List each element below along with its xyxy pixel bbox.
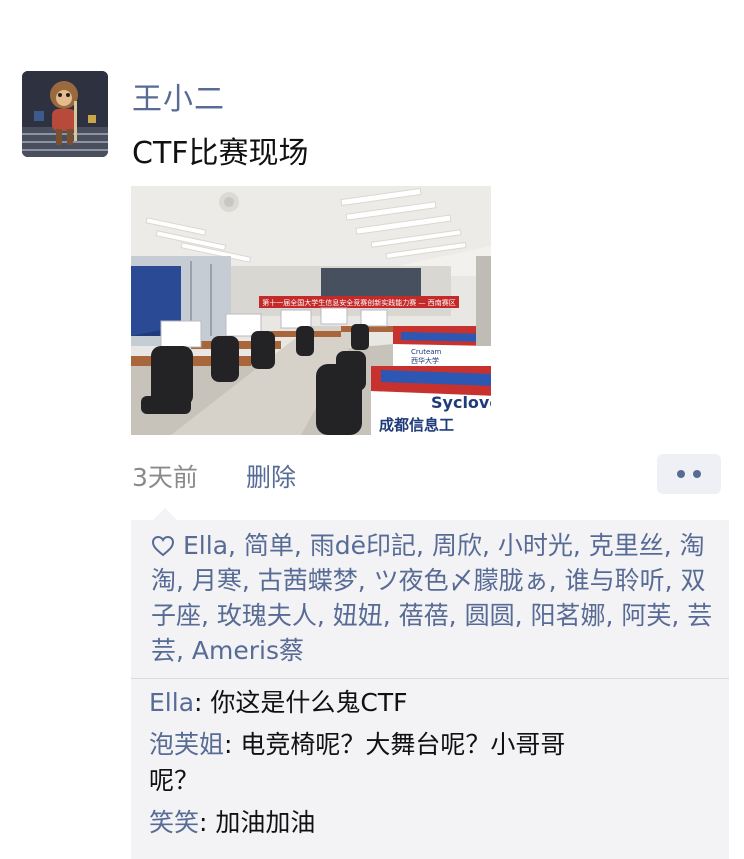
comments-list: Ella: 你这是什么鬼CTF 泡芙姐: 电竞椅呢？大舞台呢？小哥哥呢？ 笑笑:… [131, 679, 729, 841]
heart-outline-icon [151, 535, 175, 557]
delete-link[interactable]: 删除 [246, 458, 296, 494]
comment-item[interactable]: Ella: 你这是什么鬼CTF [149, 685, 715, 721]
avatar-image [22, 71, 108, 157]
likes-list: Ella, 简单, 雨dē印記, 周欣, 小时光, 克里丝, 淘淘, 月寒, 古… [131, 520, 729, 678]
more-dots-icon [677, 470, 685, 478]
banner-text: 第十一届全国大学生信息安全竞赛创新实践能力赛 — 西南赛区 [262, 298, 455, 307]
comment-item[interactable]: 笑笑: 加油加油 [149, 805, 715, 841]
sign-text-1: Syclover [431, 393, 491, 412]
classroom-photo: 第十一届全国大学生信息安全竞赛创新实践能力赛 — 西南赛区 Syclov 成都信… [131, 186, 491, 435]
author-name[interactable]: 王小二 [132, 74, 225, 118]
post-text: CTF比赛现场 [132, 136, 309, 171]
sign-text-2: 成都信息工 [379, 416, 454, 434]
likes-names[interactable]: Ella, 简单, 雨dē印記, 周欣, 小时光, 克里丝, 淘淘, 月寒, 古… [151, 531, 712, 665]
interaction-panel: Ella, 简单, 雨dē印記, 周欣, 小时光, 克里丝, 淘淘, 月寒, 古… [131, 508, 729, 859]
sign-text-3: Cruteam [411, 348, 442, 356]
comment-item[interactable]: 泡芙姐: 电竞椅呢？大舞台呢？小哥哥呢？ [149, 727, 609, 799]
more-dots-icon [693, 470, 701, 478]
sign-text-4: 西华大学 [411, 356, 439, 365]
avatar[interactable] [22, 71, 108, 157]
post-time: 3天前 [132, 463, 198, 492]
comment-author[interactable]: Ella [149, 688, 194, 717]
comment-author[interactable]: 泡芙姐 [149, 730, 224, 759]
comment-text: : 加油加油 [199, 808, 316, 837]
comment-author[interactable]: 笑笑 [149, 808, 199, 837]
post-photo[interactable]: 第十一届全国大学生信息安全竞赛创新实践能力赛 — 西南赛区 Syclov 成都信… [131, 186, 491, 435]
comment-text: : 你这是什么鬼CTF [194, 688, 408, 717]
more-button[interactable] [657, 454, 721, 494]
